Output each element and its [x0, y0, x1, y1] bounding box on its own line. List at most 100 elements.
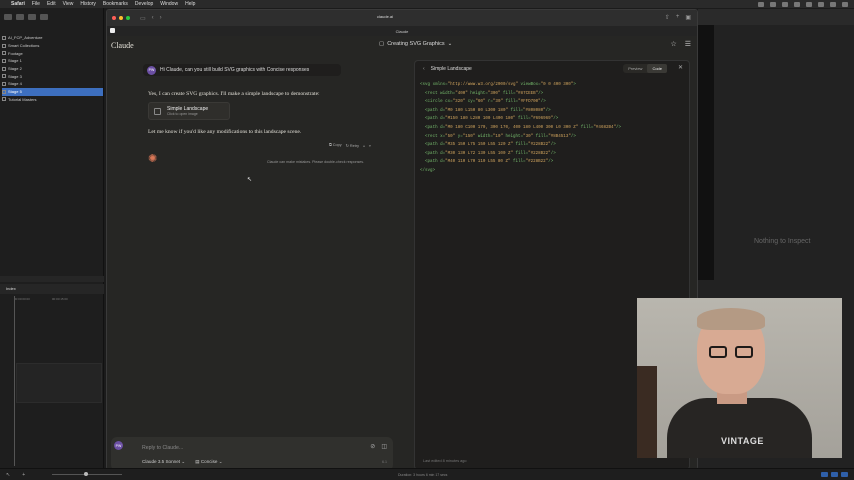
- webcam-overlay: VINTAGE: [637, 298, 842, 458]
- status-icon[interactable]: [770, 1, 776, 7]
- star-icon[interactable]: ☆: [670, 40, 676, 48]
- add-icon[interactable]: +: [22, 472, 25, 478]
- person-hair: [697, 308, 765, 330]
- minimize-window-button[interactable]: [119, 16, 123, 20]
- model-selector[interactable]: Claude 3.5 Sonnet ⌄: [142, 459, 185, 465]
- avatar: PW: [147, 65, 156, 75]
- sidebar-toggle-icon[interactable]: ▭: [140, 15, 146, 22]
- close-window-button[interactable]: [112, 16, 116, 20]
- assistant-reply-text-2: Let me know if you'd like any modificati…: [148, 129, 302, 135]
- toolbar-icon[interactable]: [4, 14, 12, 20]
- menu-bar: Safari File Edit View History Bookmarks …: [0, 0, 854, 8]
- chevron-down-icon: ⌄: [447, 41, 453, 47]
- shirt-text: VINTAGE: [721, 436, 764, 446]
- library-sidebar: AI_FCP_Adventure Smart Collections Foota…: [0, 8, 104, 480]
- pointer-tool-icon[interactable]: ↖: [6, 472, 10, 478]
- artifact-card[interactable]: Simple Landscape Click to open image: [148, 102, 230, 120]
- mouse-cursor-icon: ↖: [247, 177, 253, 183]
- status-icon[interactable]: [782, 1, 788, 7]
- timeline-clip[interactable]: [16, 363, 102, 403]
- view-toggle-icon[interactable]: [831, 472, 838, 477]
- header-actions: ☆ ☰: [670, 40, 691, 48]
- code-line: <path d="M0 180 L150 80 L300 180" fill="…: [420, 108, 551, 113]
- view-toggle-icon[interactable]: [821, 472, 828, 477]
- menu-bookmarks[interactable]: Bookmarks: [103, 1, 128, 7]
- library-item[interactable]: Stage 4: [2, 80, 103, 88]
- library-item[interactable]: AI_FCP_Adventure: [2, 34, 103, 42]
- menu-history[interactable]: History: [80, 1, 96, 7]
- claude-logo[interactable]: Claude: [111, 41, 134, 50]
- reply-input[interactable]: Reply to Claude...: [142, 445, 183, 451]
- menu-edit[interactable]: Edit: [47, 1, 56, 7]
- code-line: <svg xmlns="http://www.w3.org/2000/svg" …: [420, 83, 576, 87]
- thumbs-down-icon[interactable]: ▿: [369, 143, 371, 148]
- code-line: <path d="M150 180 L280 100 L400 180" fil…: [420, 117, 559, 122]
- playhead[interactable]: [14, 296, 15, 466]
- thumbs-up-icon[interactable]: ▵: [363, 143, 365, 148]
- toolbar-icon[interactable]: [16, 14, 24, 20]
- status-icon[interactable]: [830, 1, 836, 7]
- forward-icon[interactable]: ›: [160, 15, 162, 22]
- library-item[interactable]: Tutorial Masters: [2, 96, 103, 104]
- library-item[interactable]: Stage 2: [2, 65, 103, 73]
- menu-window[interactable]: Window: [160, 1, 178, 7]
- library-item[interactable]: Stage 3: [2, 72, 103, 80]
- status-icon[interactable]: [806, 1, 812, 7]
- artifact-tabs: Preview Code: [623, 64, 667, 73]
- new-tab-icon[interactable]: +: [676, 14, 680, 21]
- status-icon[interactable]: [794, 1, 800, 7]
- index-label[interactable]: Index: [6, 286, 16, 292]
- claude-spark-icon: ✺: [148, 153, 158, 165]
- nav-buttons: ▭ ‹ ›: [140, 15, 162, 22]
- code-line: <path d="M0 180 C100 170, 300 170, 400 1…: [420, 125, 622, 130]
- conversation-title[interactable]: ▢ Creating SVG Graphics ⌄: [379, 41, 452, 47]
- chat-thread: PW Hi Claude, can you still build SVG gr…: [107, 54, 412, 469]
- status-icon[interactable]: [842, 1, 848, 7]
- library-item[interactable]: Stage 1: [2, 57, 103, 65]
- picture-frame: [637, 366, 657, 458]
- browser-toolbar: ▭ ‹ › claude.ai ⇧ + ▣: [107, 10, 697, 26]
- person-body: [667, 398, 812, 458]
- view-toggle-icon[interactable]: [841, 472, 848, 477]
- menu-view[interactable]: View: [63, 1, 74, 7]
- close-icon[interactable]: ✕: [678, 64, 683, 71]
- folder-icon: [2, 97, 6, 102]
- back-icon[interactable]: ‹: [152, 15, 154, 22]
- folder-icon: [2, 89, 6, 94]
- composer: PW Reply to Claude... Claude 3.5 Sonnet …: [111, 437, 393, 469]
- zoom-window-button[interactable]: [126, 16, 130, 20]
- menu-safari[interactable]: Safari: [11, 1, 25, 7]
- user-message-text: Hi Claude, can you still build SVG graph…: [160, 67, 310, 73]
- tab-preview[interactable]: Preview: [623, 64, 647, 73]
- message-actions: ⧉ Copy ↻ Retry ▵ ▿: [329, 143, 371, 148]
- window-controls: [112, 16, 130, 20]
- menu-help[interactable]: Help: [185, 1, 195, 7]
- library-item[interactable]: Footage: [2, 49, 103, 57]
- code-line: <path d="M30 130 L72 130 L55 100 Z" fill…: [420, 151, 556, 156]
- retry-button[interactable]: ↻ Retry: [346, 143, 359, 148]
- address-bar[interactable]: claude.ai: [377, 14, 393, 19]
- toolbar-icon[interactable]: [28, 14, 36, 20]
- attach-icon[interactable]: ⊘: [370, 443, 375, 450]
- library-item-selected[interactable]: Stage 5: [2, 87, 103, 96]
- library-item[interactable]: Smart Collections: [2, 42, 103, 50]
- status-icon[interactable]: [818, 1, 824, 7]
- back-arrow-icon[interactable]: ‹: [423, 66, 425, 72]
- menu-file[interactable]: File: [32, 1, 40, 7]
- folder-icon: [2, 74, 6, 79]
- tab-overview-icon[interactable]: ▣: [685, 14, 691, 21]
- tab-code[interactable]: Code: [647, 64, 667, 73]
- zoom-slider-knob[interactable]: [84, 472, 88, 476]
- camera-icon[interactable]: ◫: [381, 443, 387, 450]
- disclaimer: Claude can make mistakes. Please double-…: [267, 160, 365, 164]
- code-view[interactable]: <svg xmlns="http://www.w3.org/2000/svg" …: [415, 77, 689, 180]
- menu-develop[interactable]: Develop: [135, 1, 153, 7]
- status-icon[interactable]: [758, 1, 764, 7]
- copy-button[interactable]: ⧉ Copy: [329, 143, 342, 148]
- toolbar-icon[interactable]: [40, 14, 48, 20]
- settings-icon[interactable]: ☰: [685, 40, 691, 48]
- browser-actions: ⇧ + ▣: [665, 14, 691, 21]
- tab-claude[interactable]: Claude: [396, 29, 409, 34]
- style-selector[interactable]: ▤ Concise ⌄: [195, 459, 222, 465]
- share-icon[interactable]: ⇧: [665, 14, 670, 21]
